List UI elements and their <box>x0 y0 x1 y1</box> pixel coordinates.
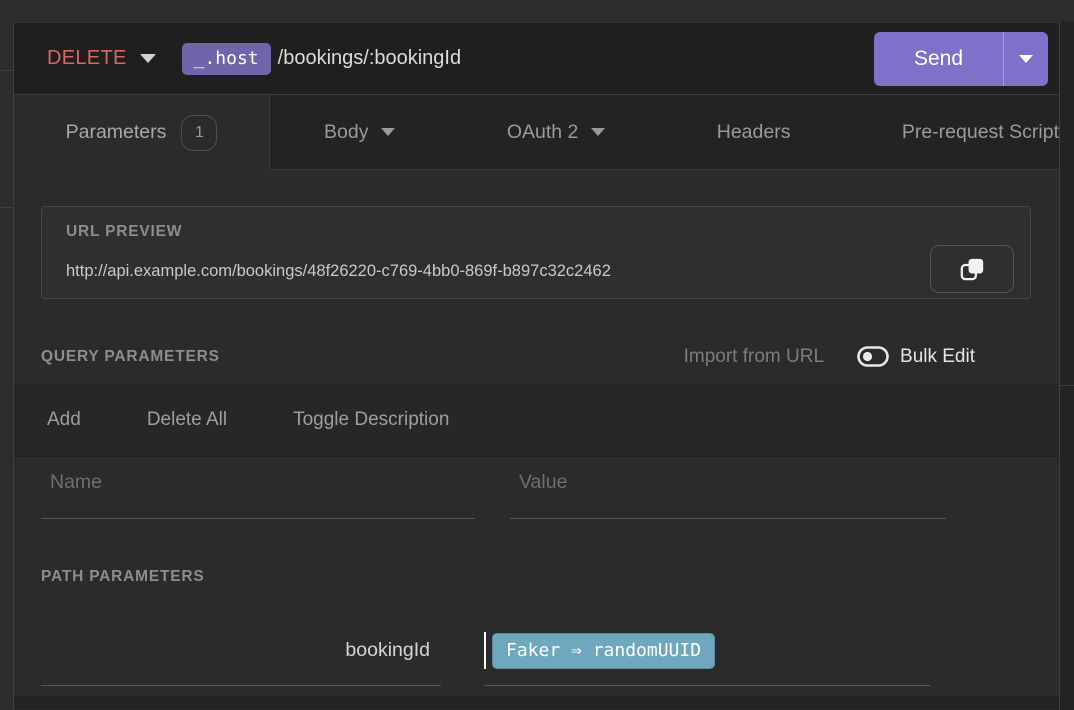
chevron-down-icon <box>591 128 605 136</box>
send-button-group: Send <box>874 32 1048 86</box>
copy-url-button[interactable] <box>930 245 1014 293</box>
tab-strip: Body OAuth 2 Headers Pre-request Script <box>270 95 1059 170</box>
response-pane-edge <box>1059 22 1074 710</box>
toggle-off-icon <box>857 346 889 367</box>
path-param-name-cell: bookingId <box>41 616 441 686</box>
sidebar-divider <box>0 70 13 71</box>
param-name-input[interactable] <box>41 461 475 519</box>
path-parameters-header: PATH PARAMETERS <box>41 549 975 604</box>
method-label: DELETE <box>47 47 127 70</box>
request-tab-bar: Parameters 1 Body OAuth 2 Headers Pre-re… <box>14 95 1059 170</box>
url-preview-value: http://api.example.com/bookings/48f26220… <box>66 262 910 281</box>
editor-bottom-strip <box>14 696 1059 709</box>
query-header-actions: Import from URL Bulk Edit <box>684 346 975 368</box>
tab-pre-request-script[interactable]: Pre-request Script <box>902 121 1059 144</box>
tab-body[interactable]: Body <box>324 121 395 144</box>
request-url-bar: DELETE _.host /bookings/:bookingId Send <box>14 22 1059 95</box>
query-parameters-header: QUERY PARAMETERS Import from URL Bulk Ed… <box>41 329 975 384</box>
chevron-down-icon <box>1019 55 1033 63</box>
path-param-value-cell[interactable]: Faker ⇒ randomUUID <box>484 616 930 686</box>
method-dropdown[interactable]: DELETE <box>47 47 156 70</box>
template-tag-host[interactable]: _.host <box>182 43 271 75</box>
url-input[interactable]: _.host /bookings/:bookingId <box>182 43 874 75</box>
query-parameters-heading: QUERY PARAMETERS <box>41 348 220 366</box>
faker-random-uuid-tag[interactable]: Faker ⇒ randomUUID <box>492 633 715 669</box>
chevron-down-icon <box>381 128 395 136</box>
tab-auth-label: OAuth 2 <box>507 121 579 144</box>
tab-parameters-label: Parameters <box>66 121 167 144</box>
tab-headers[interactable]: Headers <box>717 121 791 144</box>
add-parameter-button[interactable]: Add <box>47 409 81 431</box>
sidebar-edge-panel <box>0 22 14 710</box>
text-cursor <box>484 632 486 669</box>
sidebar-divider <box>0 207 13 208</box>
toggle-description-button[interactable]: Toggle Description <box>293 409 449 431</box>
param-value-input[interactable] <box>510 461 946 519</box>
bulk-edit-label: Bulk Edit <box>900 346 975 368</box>
tab-headers-label: Headers <box>717 121 791 144</box>
url-path-text: /bookings/:bookingId <box>278 47 461 70</box>
parameters-panel: URL PREVIEW http://api.example.com/booki… <box>14 170 1059 709</box>
send-button[interactable]: Send <box>874 32 1003 86</box>
import-from-url-button[interactable]: Import from URL <box>684 346 824 368</box>
delete-all-button[interactable]: Delete All <box>147 409 227 431</box>
tab-parameters[interactable]: Parameters 1 <box>14 95 270 170</box>
response-pane-divider <box>1060 385 1074 386</box>
bulk-edit-toggle[interactable]: Bulk Edit <box>857 346 975 368</box>
path-parameters-heading: PATH PARAMETERS <box>41 568 205 586</box>
tab-pre-request-script-label: Pre-request Script <box>902 121 1059 144</box>
send-options-button[interactable] <box>1004 32 1048 86</box>
url-preview-heading: URL PREVIEW <box>66 223 182 241</box>
window-top-strip <box>0 0 1074 22</box>
parameters-count-badge: 1 <box>181 115 217 151</box>
query-parameters-toolbar: Add Delete All Toggle Description <box>14 384 1059 457</box>
copy-icon <box>959 256 986 283</box>
tab-body-label: Body <box>324 121 368 144</box>
url-preview-box: URL PREVIEW http://api.example.com/booki… <box>41 206 1031 299</box>
tab-auth[interactable]: OAuth 2 <box>507 121 606 144</box>
request-pane: DELETE _.host /bookings/:bookingId Send … <box>14 22 1059 710</box>
chevron-down-icon <box>140 54 156 63</box>
